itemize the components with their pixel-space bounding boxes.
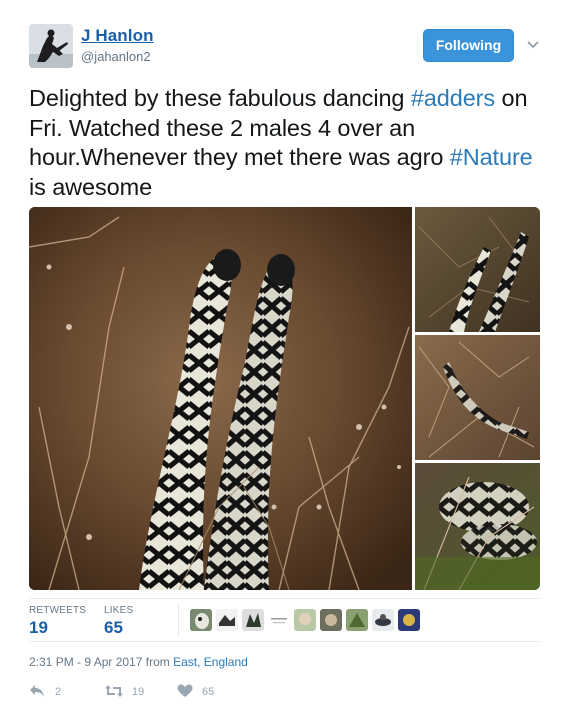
- like-button[interactable]: 65: [177, 682, 237, 702]
- liker-avatar[interactable]: [372, 609, 394, 631]
- liker-avatar[interactable]: [242, 609, 264, 631]
- liker-avatar[interactable]: [216, 609, 238, 631]
- liker-avatar[interactable]: [190, 609, 212, 631]
- tweet-text-segment: Delighted by these fabulous dancing: [29, 85, 411, 111]
- chevron-down-icon[interactable]: [526, 40, 540, 50]
- liker-avatar[interactable]: [320, 609, 342, 631]
- divider-bottom: [29, 641, 540, 642]
- from-label: from: [145, 655, 170, 669]
- liker-avatar[interactable]: [346, 609, 368, 631]
- retweet-button[interactable]: 19: [104, 682, 164, 702]
- timestamp[interactable]: 2:31 PM - 9 Apr 2017: [29, 655, 142, 669]
- liker-avatar[interactable]: [294, 609, 316, 631]
- reply-button[interactable]: 2: [29, 682, 89, 702]
- hashtag-link[interactable]: #Nature: [450, 144, 533, 170]
- location-link[interactable]: East, England: [173, 655, 248, 669]
- heart-icon: [177, 684, 193, 697]
- hashtag-link[interactable]: #adders: [411, 85, 495, 111]
- retweets-label: RETWEETS: [29, 605, 87, 616]
- tweet-text-segment: is awesome: [29, 173, 153, 200]
- display-name[interactable]: J Hanlon: [81, 26, 154, 46]
- likes-count[interactable]: 65: [104, 618, 123, 638]
- retweet-icon: [105, 685, 123, 697]
- thumb-photo-1[interactable]: [415, 207, 540, 332]
- tweet-text: Delighted by these fabulous dancing #add…: [29, 84, 539, 202]
- user-handle[interactable]: @jahanlon2: [81, 49, 151, 64]
- thumb-photo-3[interactable]: [415, 463, 540, 590]
- likes-label: LIKES: [104, 605, 134, 616]
- tweet-card: J Hanlon @jahanlon2 Following Delighted …: [0, 0, 571, 724]
- thumb-photo-2[interactable]: [415, 335, 540, 460]
- liker-avatar[interactable]: [268, 609, 290, 631]
- stats-separator: [178, 603, 179, 637]
- retweets-count[interactable]: 19: [29, 618, 48, 638]
- tweet-meta: 2:31 PM - 9 Apr 2017 from East, England: [29, 655, 248, 669]
- retweet-count: 19: [132, 686, 145, 698]
- avatar[interactable]: [29, 24, 73, 68]
- liker-avatar[interactable]: [398, 609, 420, 631]
- divider-top: [29, 598, 540, 599]
- reply-icon: [30, 685, 44, 697]
- reply-count: 2: [55, 686, 62, 698]
- following-button[interactable]: Following: [423, 29, 514, 62]
- media-grid[interactable]: [29, 207, 540, 590]
- like-count: 65: [202, 686, 215, 698]
- main-photo[interactable]: [29, 207, 412, 590]
